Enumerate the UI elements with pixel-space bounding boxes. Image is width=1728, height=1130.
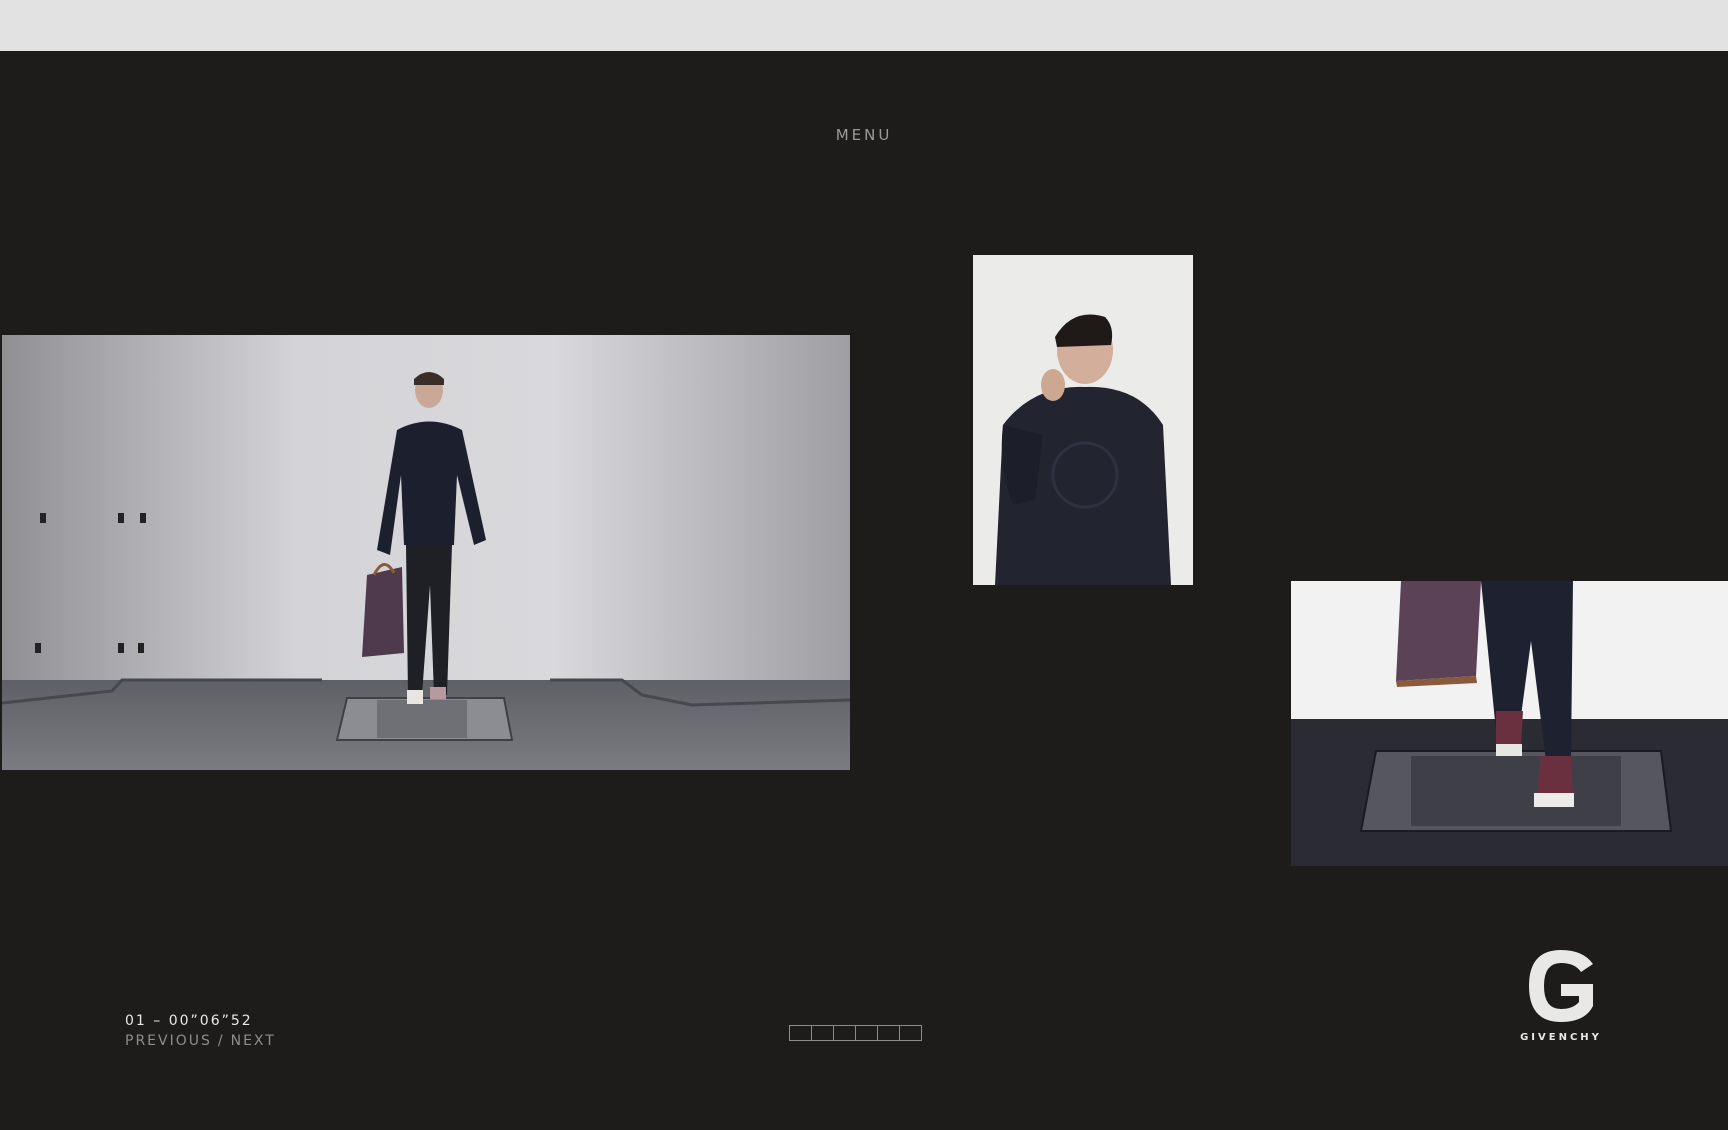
next-link[interactable]: NEXT (231, 1033, 276, 1049)
progress-indicator (789, 1025, 922, 1041)
shoes-detail-image (1291, 581, 1728, 866)
progress-segment[interactable] (877, 1025, 900, 1041)
portrait-image-frame[interactable] (973, 255, 1193, 585)
main-video-frame[interactable] (2, 335, 850, 770)
brand-wordmark: GIVENCHY (1520, 1032, 1602, 1043)
givenchy-logo[interactable]: GIVENCHY (1511, 944, 1611, 1054)
menu-button[interactable]: MENU (0, 126, 1728, 144)
portrait-model-image (973, 255, 1193, 585)
progress-segment[interactable] (833, 1025, 856, 1041)
progress-segment[interactable] (811, 1025, 834, 1041)
previous-link[interactable]: PREVIOUS (125, 1033, 212, 1049)
browser-chrome (0, 0, 1728, 51)
pagination-separator: / (217, 1033, 225, 1049)
detail-image-frame[interactable] (1291, 581, 1728, 866)
progress-segment[interactable] (789, 1025, 812, 1041)
video-timecode: 01 – 00”06”52 (125, 1013, 253, 1029)
walking-model-image (2, 335, 850, 770)
page-stage: MENU 01 – 00”06”52 PREVIOUS / NEXT GIVEN… (0, 51, 1728, 1130)
progress-segment[interactable] (899, 1025, 922, 1041)
progress-segment[interactable] (855, 1025, 878, 1041)
pagination-controls: PREVIOUS / NEXT (125, 1033, 276, 1049)
g-monogram-icon (1529, 950, 1593, 1022)
